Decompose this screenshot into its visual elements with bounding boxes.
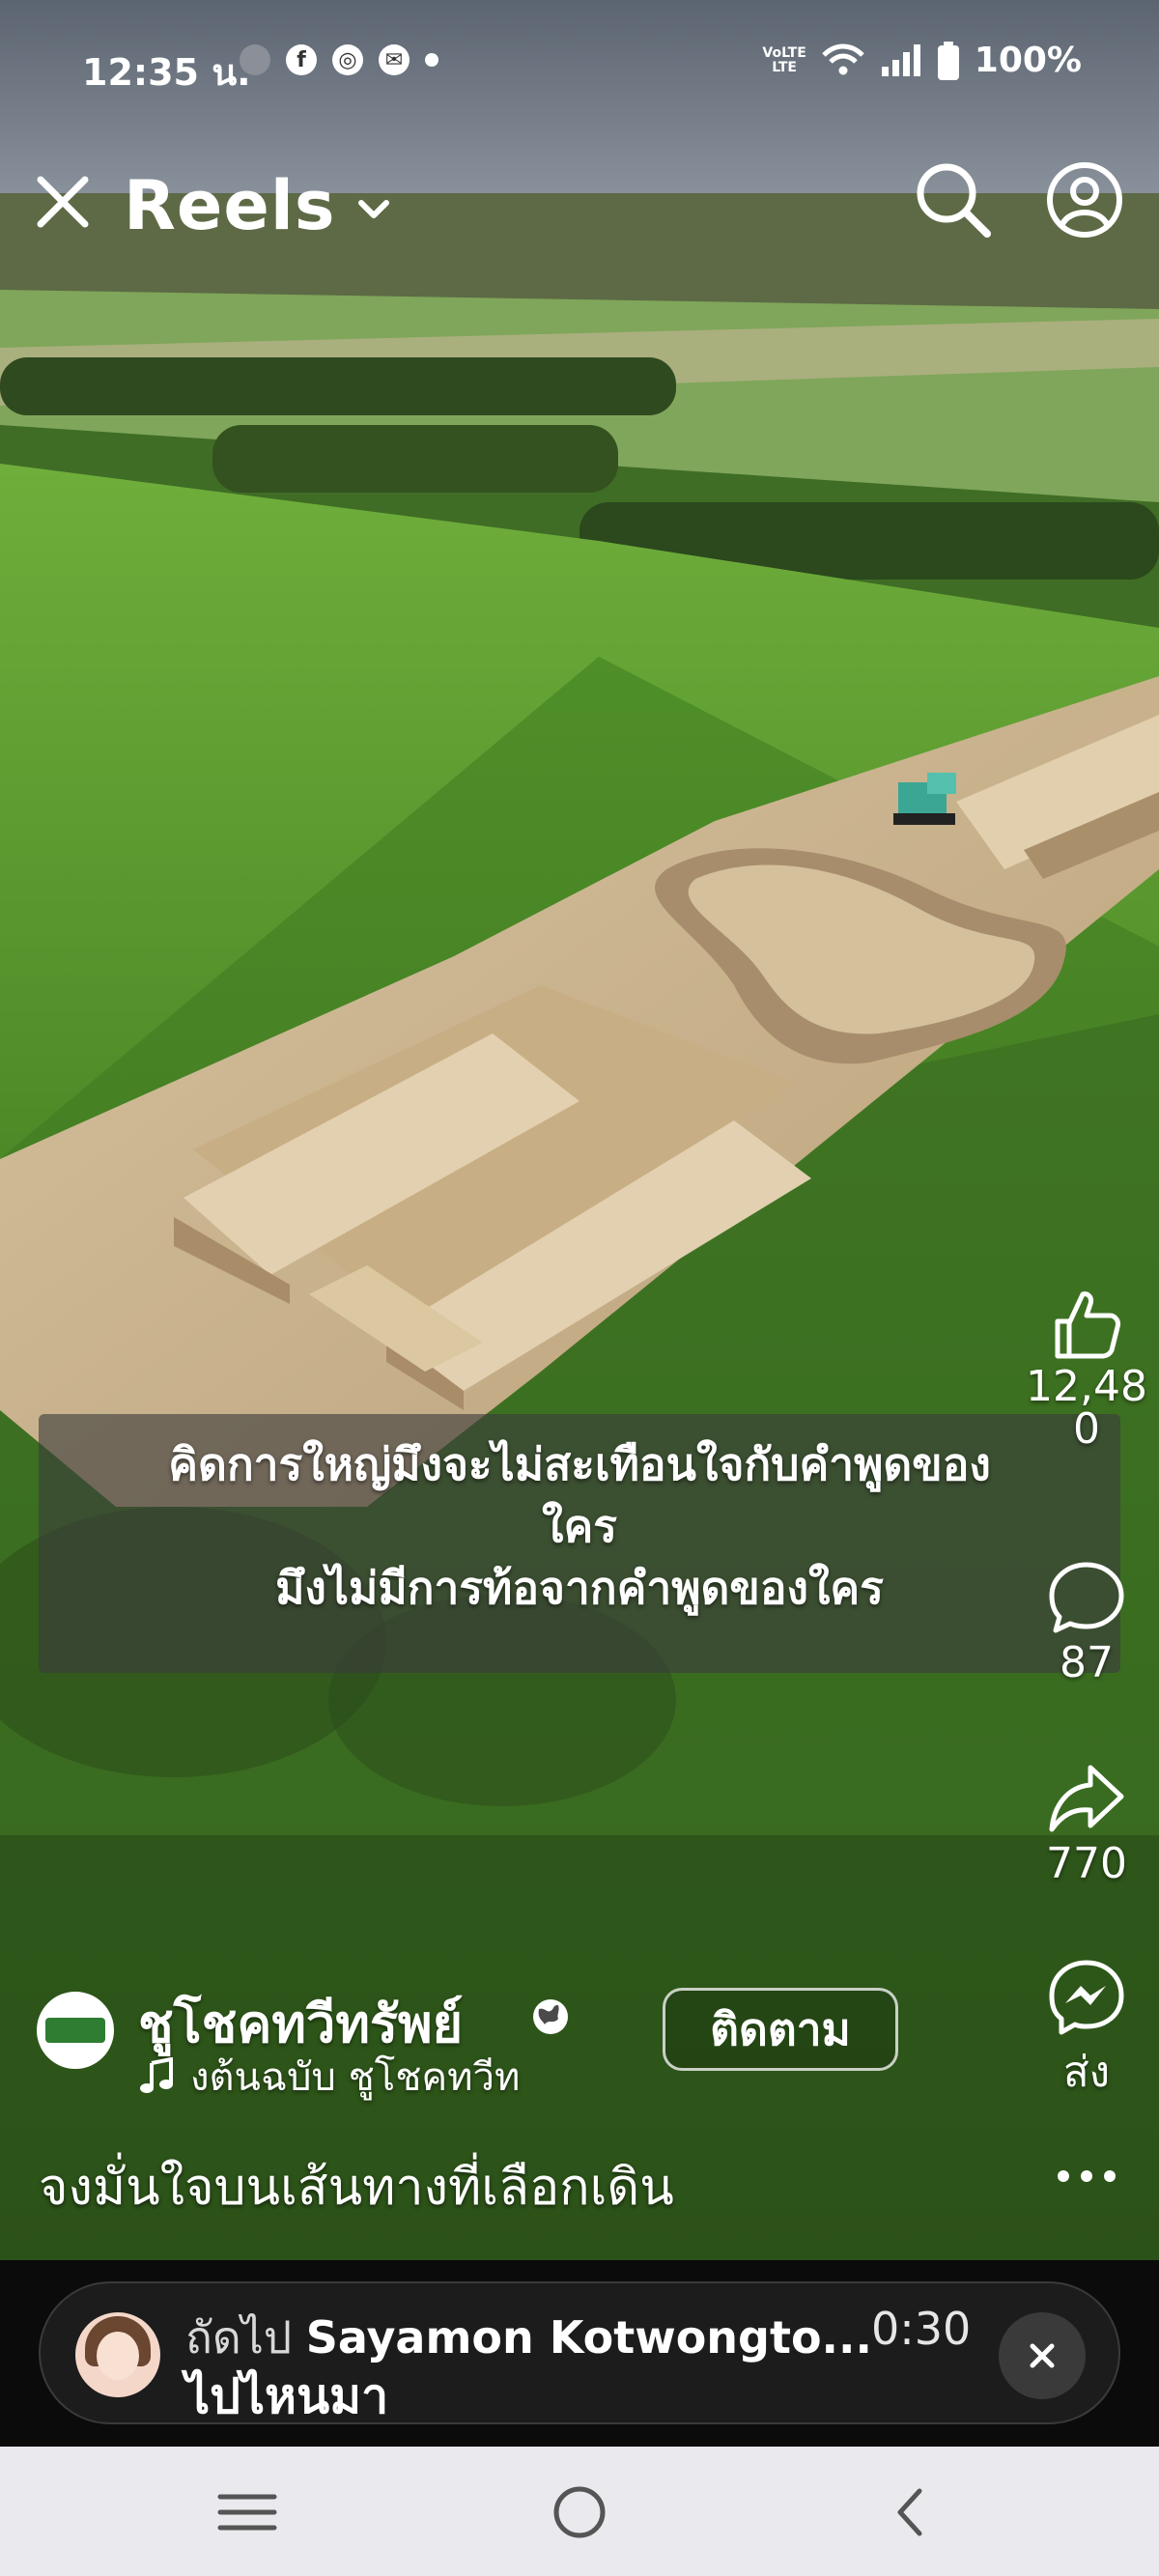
battery-percent: 100% (974, 41, 1082, 80)
up-next-duration: 0:30 (871, 2303, 972, 2355)
cellular-signal-icon (881, 43, 920, 76)
comment-action[interactable]: 87 (1024, 1557, 1149, 1687)
close-reels-button[interactable] (29, 168, 97, 236)
messenger-icon[interactable] (1046, 1957, 1127, 2038)
up-next-creator: Sayamon Kotwongto... (305, 2311, 872, 2364)
network-type-label: VoLTE LTE (762, 44, 806, 75)
like-action[interactable]: 12,48 0 (1024, 1285, 1149, 1451)
caption-line-3: มึงไม่มีการท้อจากคำพูดของใคร (275, 1562, 884, 1614)
system-navigation-bar (0, 2447, 1159, 2576)
status-right-group: VoLTE LTE 100% (762, 41, 1082, 80)
battery-icon (937, 41, 959, 80)
messenger-cloud-icon: ✉ (379, 44, 410, 75)
like-count-line-2: 0 (1073, 1404, 1100, 1454)
reel-video-frame[interactable] (0, 0, 1159, 2260)
up-next-dismiss-button[interactable] (999, 2312, 1086, 2399)
send-action[interactable]: ส่ง (1024, 1957, 1149, 2106)
reels-top-bar: Reels (0, 145, 1159, 270)
grey-chat-icon (240, 44, 270, 75)
close-icon (1030, 2343, 1055, 2368)
volte-label: VoLTE (762, 44, 806, 61)
search-button[interactable] (910, 156, 997, 243)
chrome-icon: ◎ (332, 44, 363, 75)
up-next-title: ไปไหนมา (185, 2368, 389, 2424)
share-action[interactable]: 770 (1024, 1758, 1149, 1888)
caption-line-2: ใคร (542, 1500, 617, 1552)
up-next-prefix: ถัดไป (185, 2311, 293, 2364)
audio-attribution[interactable]: งต้นฉบับ ชูโชคทวีท (138, 2046, 520, 2108)
video-caption-overlay: คิดการใหญ่มึงจะไม่สะเทือนใจกับคำพูดของ ใ… (39, 1414, 1120, 1673)
status-app-icons: f ◎ ✉ (240, 44, 438, 75)
share-arrow-icon[interactable] (1046, 1758, 1127, 1839)
home-button[interactable] (541, 2476, 618, 2549)
notification-dot-icon (425, 53, 438, 67)
profile-button[interactable] (1041, 156, 1128, 243)
recent-apps-button[interactable] (209, 2476, 286, 2549)
status-time: 12:35 น. (82, 51, 251, 94)
music-note-icon (140, 2057, 173, 2093)
up-next-card[interactable]: ถัดไป Sayamon Kotwongto... 0:30 ไปไหนมา (39, 2281, 1120, 2424)
thumbs-up-icon[interactable] (1046, 1285, 1127, 1366)
avatar-face-shape (97, 2332, 139, 2380)
facebook-icon: f (286, 44, 317, 75)
back-button[interactable] (873, 2476, 950, 2549)
follow-button[interactable]: ติดตาม (663, 1988, 898, 2071)
send-label: ส่ง (1062, 2048, 1111, 2097)
page-avatar[interactable] (37, 1992, 114, 2069)
audio-text: งต้นฉบับ ชูโชคทวีท (190, 2055, 521, 2100)
wifi-icon (822, 43, 864, 74)
status-bar: 12:35 น. f ◎ ✉ VoLTE LTE 100% (0, 0, 1159, 126)
more-dots-icon[interactable] (1046, 2162, 1127, 2191)
globe-icon (533, 1999, 568, 2034)
share-count: 770 (1046, 1839, 1127, 1888)
close-icon (37, 176, 89, 228)
reels-title[interactable]: Reels (124, 166, 336, 245)
comment-count: 87 (1060, 1638, 1114, 1687)
page-logo-icon (45, 2018, 105, 2043)
comment-bubble-icon[interactable] (1046, 1557, 1127, 1638)
post-description[interactable]: จงมั่นใจบนเส้นทางที่เลือกเดิน (39, 2146, 674, 2226)
more-options-button[interactable] (1024, 2162, 1149, 2191)
caption-line-1: คิดการใหญ่มึงจะไม่สะเทือนใจกับคำพูดของ (168, 1438, 991, 1490)
chevron-down-icon[interactable] (352, 187, 396, 232)
lte-label: LTE (772, 59, 797, 75)
like-count: 12,48 0 (1024, 1366, 1149, 1451)
up-next-avatar (75, 2312, 160, 2397)
